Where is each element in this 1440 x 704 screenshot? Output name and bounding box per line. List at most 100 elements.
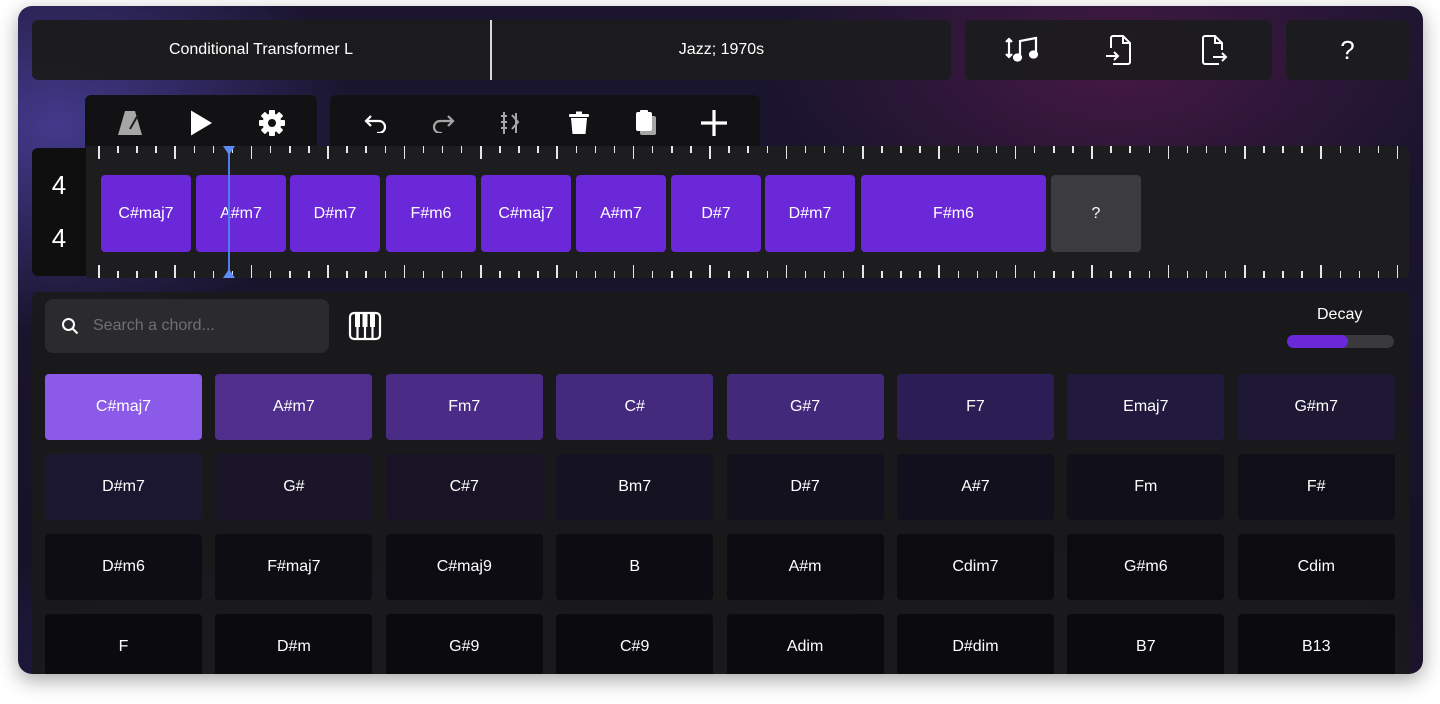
undo-icon[interactable]	[356, 103, 396, 143]
chord-suggestion[interactable]: Fm7	[385, 374, 543, 440]
transport-toolbar	[85, 95, 317, 151]
ruler-tick	[823, 271, 826, 278]
chord-search[interactable]	[45, 299, 329, 353]
chord-suggestion[interactable]: D#m	[215, 614, 373, 674]
ruler-tick	[995, 146, 998, 153]
timeline-chord[interactable]: F#m6	[386, 175, 476, 252]
help-label: ?	[1340, 34, 1355, 65]
chord-suggestion[interactable]: G#7	[726, 374, 884, 440]
settings-gear-icon[interactable]	[252, 103, 292, 143]
chord-suggestion[interactable]: C#	[556, 374, 714, 440]
chord-suggestion[interactable]: Emaj7	[1067, 374, 1225, 440]
chord-suggestion[interactable]: D#dim	[896, 614, 1054, 674]
ruler-tick	[1244, 146, 1246, 159]
timeline-chord[interactable]: A#m7	[196, 175, 286, 252]
app-window: Conditional Transformer L Jazz; 1970s ? …	[18, 6, 1423, 674]
ruler-tick	[575, 271, 577, 278]
ruler-tick	[1148, 271, 1150, 278]
decay-label: Decay	[1317, 306, 1363, 323]
model-selector[interactable]: Conditional Transformer L	[32, 20, 490, 80]
paste-icon[interactable]	[626, 103, 666, 143]
chord-suggestion[interactable]: Cdim7	[896, 534, 1054, 600]
timeline-chord[interactable]: D#7	[671, 175, 761, 252]
decay-slider[interactable]	[1287, 335, 1394, 348]
regenerate-icon[interactable]	[491, 103, 531, 143]
ruler-tick	[1091, 146, 1093, 159]
ruler-tick	[651, 146, 654, 153]
ruler-tick	[671, 146, 673, 153]
ruler-tick	[1377, 146, 1380, 153]
timeline-chord[interactable]: C#maj7	[481, 175, 571, 252]
timeline-chord[interactable]: D#m7	[765, 175, 855, 252]
ruler-tick	[556, 265, 558, 278]
chord-suggestion[interactable]: Fm	[1067, 454, 1225, 520]
ruler-tick	[1301, 146, 1303, 153]
export-file-icon[interactable]	[1194, 30, 1234, 70]
add-icon[interactable]	[694, 103, 734, 143]
ruler-tick	[1358, 146, 1361, 153]
ruler-tick	[98, 265, 100, 278]
ruler-tick	[136, 146, 138, 153]
chord-suggestion[interactable]: B13	[1237, 614, 1395, 674]
chord-suggestion[interactable]: C#7	[385, 454, 543, 520]
redo-icon[interactable]	[423, 103, 463, 143]
piano-keyboard-icon[interactable]	[348, 311, 382, 341]
ruler-tick	[460, 271, 463, 278]
chord-suggestion[interactable]: B	[556, 534, 714, 600]
ruler-tick	[327, 265, 329, 278]
chord-suggestion[interactable]: F	[45, 614, 202, 674]
chord-suggestion[interactable]: F#maj7	[215, 534, 373, 600]
chord-suggestion[interactable]: A#m7	[215, 374, 373, 440]
chord-timeline[interactable]: C#maj7 A#m7 D#m7 F#m6 C#maj7 A#m7 D#7 D#m7 F#m6?	[86, 146, 1409, 278]
ruler-tick	[709, 146, 711, 159]
search-input[interactable]	[93, 317, 313, 335]
chord-suggestion[interactable]: F#	[1237, 454, 1395, 520]
ruler-tick	[1263, 146, 1265, 153]
ruler-tick	[1224, 146, 1227, 153]
help-button[interactable]: ?	[1286, 20, 1409, 80]
ruler-tick	[671, 271, 673, 278]
style-selector[interactable]: Jazz; 1970s	[492, 20, 951, 80]
time-signature-bottom: 4	[51, 223, 67, 253]
play-icon[interactable]	[181, 103, 221, 143]
chord-suggestion[interactable]: Cdim	[1237, 534, 1395, 600]
timeline-chord[interactable]: C#maj7	[101, 175, 191, 252]
ruler-tick	[919, 271, 921, 278]
chord-suggestion[interactable]: Adim	[726, 614, 884, 674]
chord-suggestion[interactable]: G#	[215, 454, 373, 520]
chord-suggestion[interactable]: A#7	[896, 454, 1054, 520]
ruler-tick	[422, 271, 425, 278]
timeline-chord[interactable]: A#m7	[576, 175, 666, 252]
chord-suggestion[interactable]: Bm7	[556, 454, 714, 520]
delete-icon[interactable]	[559, 103, 599, 143]
chord-suggestion[interactable]: C#maj7	[45, 374, 202, 440]
chord-suggestion[interactable]: A#m	[726, 534, 884, 600]
import-file-icon[interactable]	[1098, 30, 1138, 70]
ruler-tick	[842, 146, 845, 153]
time-signature[interactable]: 4 4	[32, 148, 86, 276]
decay-slider-fill	[1287, 335, 1348, 348]
chord-suggestion[interactable]: G#9	[385, 614, 543, 674]
chord-suggestion[interactable]: G#m6	[1067, 534, 1225, 600]
ruler-tick	[1148, 146, 1150, 153]
chord-suggestion[interactable]: D#m7	[45, 454, 202, 520]
transpose-music-icon[interactable]	[1003, 30, 1043, 70]
chord-suggestion[interactable]: B7	[1067, 614, 1225, 674]
chord-suggestion[interactable]: C#maj9	[385, 534, 543, 600]
timeline-chord[interactable]: F#m6	[861, 175, 1046, 252]
metronome-icon[interactable]	[110, 103, 150, 143]
ruler-tick	[804, 271, 807, 278]
chord-suggestion[interactable]: D#m6	[45, 534, 202, 600]
playhead[interactable]	[223, 146, 235, 278]
chord-suggestion[interactable]: F7	[896, 374, 1054, 440]
chord-suggestion[interactable]: G#m7	[1237, 374, 1395, 440]
timeline-chord-empty[interactable]: ?	[1051, 175, 1141, 252]
timeline-chord[interactable]: D#m7	[290, 175, 380, 252]
ruler-tick	[1129, 146, 1131, 153]
chord-suggestion[interactable]: D#7	[726, 454, 884, 520]
ruler-tick	[403, 146, 406, 159]
chord-suggestion[interactable]: C#9	[556, 614, 714, 674]
ruler-tick	[1053, 146, 1055, 153]
ruler-tick	[651, 271, 654, 278]
ruler-tick	[1167, 265, 1170, 278]
